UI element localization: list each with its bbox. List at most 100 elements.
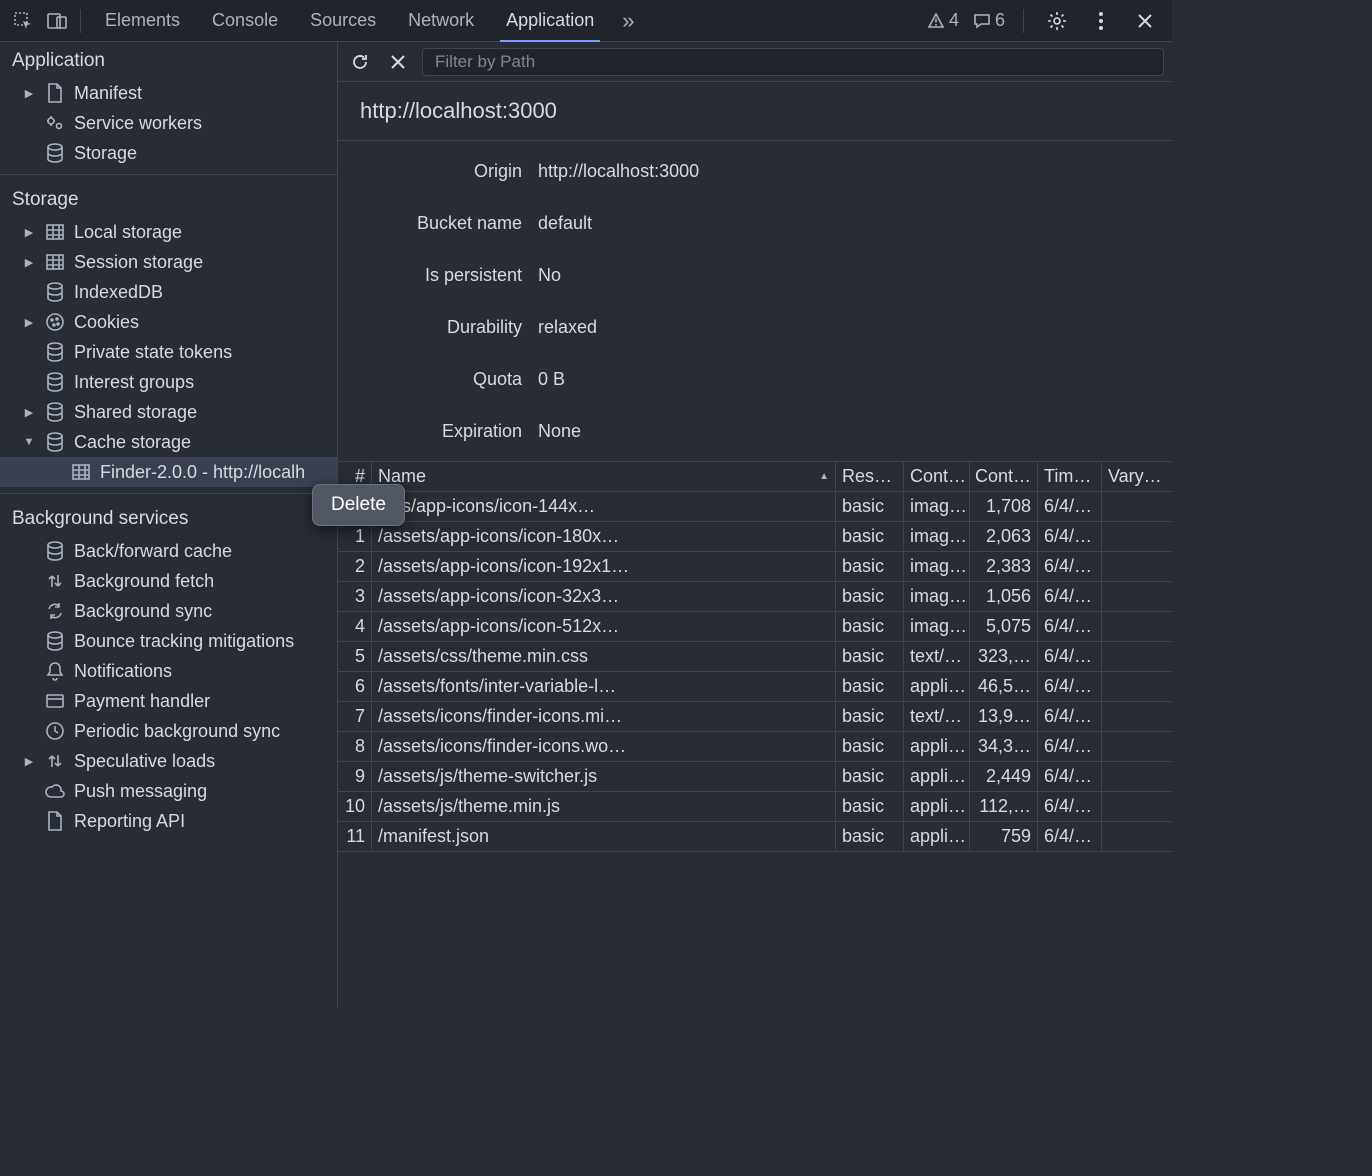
sidebar-item[interactable]: ▶ Cookies	[0, 307, 337, 337]
disclosure-triangle-icon[interactable]: ▶	[22, 226, 36, 239]
sidebar-item[interactable]: ▶Session storage	[0, 247, 337, 277]
sidebar-item[interactable]: Back/forward cache	[0, 536, 337, 566]
table-row[interactable]: sets/app-icons/icon-144x…basicimag…1,708…	[338, 492, 1172, 522]
sidebar-item[interactable]: IndexedDB	[0, 277, 337, 307]
property-key: Quota	[338, 369, 538, 390]
sidebar-item-label: Reporting API	[74, 811, 185, 832]
sidebar-item[interactable]: Payment handler	[0, 686, 337, 716]
tab-elements[interactable]: Elements	[89, 0, 196, 41]
table-row[interactable]: 2/assets/app-icons/icon-192x1…basicimag……	[338, 552, 1172, 582]
table-icon	[70, 463, 92, 481]
cell: basic	[836, 582, 904, 611]
cell: /assets/app-icons/icon-512x…	[372, 612, 836, 641]
cell: appli…	[904, 822, 970, 851]
table-row[interactable]: 7/assets/icons/finder-icons.mi…basictext…	[338, 702, 1172, 732]
disclosure-triangle-icon[interactable]: ▶	[22, 87, 36, 100]
column-header[interactable]: Cont…	[970, 462, 1038, 491]
disclosure-triangle-icon[interactable]: ▶	[22, 316, 36, 329]
tab-network[interactable]: Network	[392, 0, 490, 41]
property-value: 0 B	[538, 369, 1172, 390]
sidebar-item[interactable]: Background fetch	[0, 566, 337, 596]
cell: 7	[338, 702, 372, 731]
tab-application[interactable]: Application	[490, 0, 610, 41]
column-header[interactable]: Cont…	[904, 462, 970, 491]
sidebar-item[interactable]: ▶Shared storage	[0, 397, 337, 427]
sidebar-item[interactable]: ▶Manifest	[0, 78, 337, 108]
tab-sources[interactable]: Sources	[294, 0, 392, 41]
property-key: Bucket name	[338, 213, 538, 234]
refresh-icon[interactable]	[346, 52, 374, 72]
sidebar-item[interactable]: Reporting API	[0, 806, 337, 836]
close-devtools-icon[interactable]	[1130, 6, 1160, 36]
cell: 112,…	[970, 792, 1038, 821]
sidebar-item[interactable]: Background sync	[0, 596, 337, 626]
table-row[interactable]: 10/assets/js/theme.min.jsbasicappli…112,…	[338, 792, 1172, 822]
sidebar-item[interactable]: Service workers	[0, 108, 337, 138]
cell: 6/4/…	[1038, 822, 1102, 851]
main-area: Application▶ManifestService workersStora…	[0, 42, 1172, 1008]
cell: /assets/app-icons/icon-180x…	[372, 522, 836, 551]
table-row[interactable]: 8/assets/icons/finder-icons.wo…basicappl…	[338, 732, 1172, 762]
table-row[interactable]: 1/assets/app-icons/icon-180x…basicimag…2…	[338, 522, 1172, 552]
sidebar-item[interactable]: Storage	[0, 138, 337, 168]
cell: 323,…	[970, 642, 1038, 671]
table-row[interactable]: 9/assets/js/theme-switcher.jsbasicappli……	[338, 762, 1172, 792]
sidebar-item-label: Private state tokens	[74, 342, 232, 363]
cell	[1102, 732, 1172, 761]
cell: 3	[338, 582, 372, 611]
sidebar-item[interactable]: Bounce tracking mitigations	[0, 626, 337, 656]
kebab-menu-icon[interactable]	[1086, 6, 1116, 36]
clock-icon	[44, 721, 66, 741]
sidebar-item[interactable]: Push messaging	[0, 776, 337, 806]
filter-input[interactable]	[433, 51, 1153, 73]
sidebar-item[interactable]: ▶Local storage	[0, 217, 337, 247]
cell: 13,9…	[970, 702, 1038, 731]
table-row[interactable]: 6/assets/fonts/inter-variable-l…basicapp…	[338, 672, 1172, 702]
context-menu[interactable]: Delete	[312, 484, 405, 526]
column-header[interactable]: Vary…	[1102, 462, 1172, 491]
disclosure-triangle-icon[interactable]: ▼	[22, 436, 36, 448]
sidebar-item-label: Interest groups	[74, 372, 194, 393]
disclosure-triangle-icon[interactable]: ▶	[22, 256, 36, 269]
clear-icon[interactable]	[384, 54, 412, 70]
cell: 6/4/…	[1038, 492, 1102, 521]
cell: 2,063	[970, 522, 1038, 551]
device-toolbar-icon[interactable]	[42, 6, 72, 36]
more-tabs-button[interactable]: »	[614, 8, 642, 34]
divider	[1023, 9, 1024, 33]
sidebar-item[interactable]: Notifications	[0, 656, 337, 686]
table-row[interactable]: 4/assets/app-icons/icon-512x…basicimag…5…	[338, 612, 1172, 642]
filter-field[interactable]	[422, 48, 1164, 76]
cell: 6	[338, 672, 372, 701]
messages-count[interactable]: 6	[973, 10, 1005, 31]
table-row[interactable]: 11/manifest.jsonbasicappli…7596/4/…	[338, 822, 1172, 852]
divider	[80, 9, 81, 33]
sidebar-item[interactable]: Periodic background sync	[0, 716, 337, 746]
sidebar-item-label: Background sync	[74, 601, 212, 622]
sidebar-item-label: Push messaging	[74, 781, 207, 802]
property-key: Expiration	[338, 421, 538, 442]
sidebar-item[interactable]: Finder-2.0.0 - http://localh	[0, 457, 337, 487]
sidebar-item[interactable]: ▶Speculative loads	[0, 746, 337, 776]
cell: 1,056	[970, 582, 1038, 611]
sidebar-item-label: Cookies	[74, 312, 139, 333]
grid-header: #NameRes…Cont…Cont…Tim…Vary…	[338, 462, 1172, 492]
column-header[interactable]: Res…	[836, 462, 904, 491]
sidebar-section-title: Background services	[0, 500, 337, 536]
column-header[interactable]: Name	[372, 462, 836, 491]
column-header[interactable]: Tim…	[1038, 462, 1102, 491]
property-row: Is persistentNo	[338, 249, 1172, 301]
sidebar-item[interactable]: Interest groups	[0, 367, 337, 397]
warnings-count[interactable]: 4	[927, 10, 959, 31]
context-menu-item-delete[interactable]: Delete	[319, 491, 398, 519]
tab-console[interactable]: Console	[196, 0, 294, 41]
table-row[interactable]: 3/assets/app-icons/icon-32x3…basicimag…1…	[338, 582, 1172, 612]
settings-icon[interactable]	[1042, 6, 1072, 36]
cell: imag…	[904, 522, 970, 551]
disclosure-triangle-icon[interactable]: ▶	[22, 406, 36, 419]
sidebar-item[interactable]: Private state tokens	[0, 337, 337, 367]
table-row[interactable]: 5/assets/css/theme.min.cssbasictext/…323…	[338, 642, 1172, 672]
inspect-element-icon[interactable]	[8, 6, 38, 36]
sidebar-item[interactable]: ▼Cache storage	[0, 427, 337, 457]
disclosure-triangle-icon[interactable]: ▶	[22, 755, 36, 768]
